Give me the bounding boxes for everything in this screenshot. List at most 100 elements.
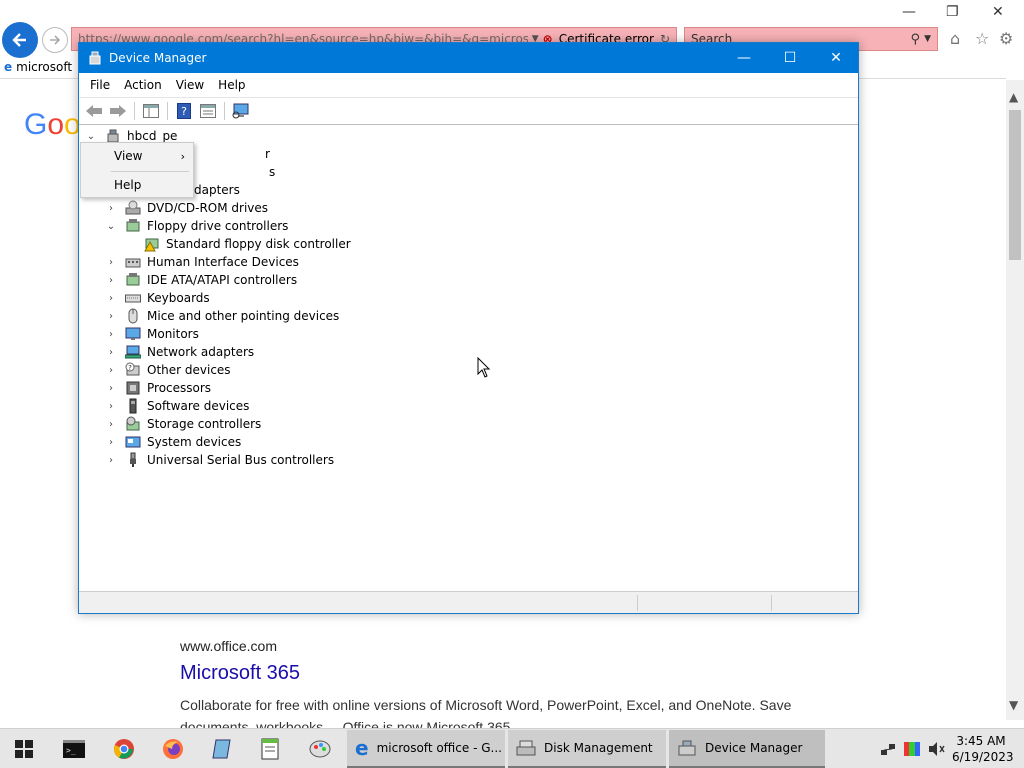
- taskbar-app-1[interactable]: [204, 729, 240, 768]
- browser-tab[interactable]: e microsoft: [4, 57, 82, 77]
- start-button[interactable]: [6, 729, 42, 768]
- tree-item-standard-floppy[interactable]: Standard floppy disk controller: [144, 235, 351, 253]
- tree-item-other-devices[interactable]: › ? Other devices: [105, 361, 231, 379]
- tree-item-software-devices[interactable]: › Software devices: [105, 397, 249, 415]
- tree-item-keyboards[interactable]: › Keyboards: [105, 289, 210, 307]
- tree-item-hid[interactable]: › Human Interface Devices: [105, 253, 299, 271]
- properties-icon[interactable]: [197, 100, 219, 122]
- chevron-right-icon[interactable]: ›: [105, 311, 117, 322]
- chevron-right-icon[interactable]: ›: [105, 437, 117, 448]
- context-menu-help[interactable]: Help: [81, 174, 193, 196]
- close-icon[interactable]: ✕: [813, 43, 859, 73]
- back-icon[interactable]: [83, 100, 105, 122]
- restore-icon[interactable]: ❐: [946, 4, 959, 20]
- scrollbar-thumb[interactable]: [1009, 110, 1021, 260]
- help-icon[interactable]: ?: [173, 100, 195, 122]
- tree-item-floppy-controllers[interactable]: ⌄ Floppy drive controllers: [105, 217, 288, 235]
- chevron-right-icon[interactable]: ›: [105, 401, 117, 412]
- clock-date: 6/19/2023: [952, 750, 1014, 764]
- chevron-right-icon[interactable]: ›: [105, 455, 117, 466]
- arrow-right-icon: [50, 35, 61, 45]
- taskbar-device-manager[interactable]: Device Manager: [669, 730, 825, 768]
- taskbar-firefox[interactable]: [155, 729, 191, 768]
- forward-button[interactable]: [42, 27, 68, 53]
- chevron-right-icon[interactable]: ›: [105, 203, 117, 214]
- close-icon[interactable]: ✕: [992, 4, 1004, 20]
- result-title-link[interactable]: Microsoft 365: [180, 662, 300, 685]
- ide-controller-icon: [126, 273, 140, 286]
- chevron-right-icon[interactable]: ›: [105, 419, 117, 430]
- windows-logo-icon: [15, 740, 33, 758]
- tree-item-display-adapters[interactable]: dapters: [194, 181, 240, 199]
- network-icon[interactable]: [880, 741, 896, 757]
- title-bar[interactable]: Device Manager — ☐ ✕: [79, 43, 858, 73]
- color-display-icon[interactable]: [904, 742, 920, 756]
- tree-item-usb-controllers[interactable]: › Universal Serial Bus controllers: [105, 451, 334, 469]
- text-editor-icon: [261, 738, 279, 760]
- forward-icon[interactable]: [107, 100, 129, 122]
- tree-item-network-adapters[interactable]: › Network adapters: [105, 343, 254, 361]
- taskbar-app-2[interactable]: [252, 729, 288, 768]
- taskbar-ie-window[interactable]: e microsoft office - G...: [347, 730, 505, 768]
- dvd-drive-icon: [125, 200, 141, 215]
- tree-item-monitors[interactable]: › Monitors: [105, 325, 199, 343]
- tree-item-storage-controllers[interactable]: › Storage controllers: [105, 415, 261, 433]
- scan-hardware-icon[interactable]: [230, 100, 252, 122]
- menu-help[interactable]: Help: [211, 78, 252, 92]
- device-tree[interactable]: ⌄ hbcd_pe r s dapters › DVD/CD-ROM drive…: [79, 126, 858, 591]
- chevron-right-icon[interactable]: ›: [105, 293, 117, 304]
- volume-muted-icon[interactable]: [928, 741, 946, 757]
- settings-gear-icon[interactable]: ⚙: [999, 29, 1013, 48]
- keyboard-icon: [125, 294, 141, 303]
- maximize-icon[interactable]: ☐: [767, 43, 813, 73]
- menu-file[interactable]: File: [83, 78, 117, 92]
- usb-icon: [130, 452, 136, 467]
- tree-item-mice[interactable]: › Mice and other pointing devices: [105, 307, 339, 325]
- chrome-icon: [114, 739, 134, 759]
- minimize-icon[interactable]: —: [721, 43, 767, 73]
- svg-text:?: ?: [181, 105, 187, 118]
- other-device-icon: ?: [125, 362, 140, 376]
- tree-item-system-devices[interactable]: › System devices: [105, 433, 241, 451]
- context-menu: View › Help: [80, 142, 194, 198]
- tree-item-disk-drives[interactable]: s: [269, 163, 275, 181]
- chevron-right-icon[interactable]: ›: [105, 347, 117, 358]
- mouse-icon: [128, 308, 138, 324]
- svg-text:>_: >_: [66, 746, 76, 755]
- back-button[interactable]: [2, 22, 38, 58]
- menu-view[interactable]: View: [169, 78, 211, 92]
- tree-item-processors[interactable]: › Processors: [105, 379, 211, 397]
- taskbar-disk-management[interactable]: Disk Management: [508, 730, 666, 768]
- storage-controller-icon: [126, 416, 140, 431]
- chevron-down-icon[interactable]: ⌄: [105, 221, 117, 232]
- chevron-down-icon[interactable]: ⌄: [85, 131, 97, 142]
- command-prompt-icon: >_: [63, 740, 85, 758]
- home-icon[interactable]: ⌂: [950, 29, 960, 48]
- scroll-up-icon[interactable]: ▲: [1009, 90, 1018, 104]
- tree-item-computer[interactable]: r: [265, 145, 270, 163]
- chevron-right-icon[interactable]: ›: [105, 257, 117, 268]
- context-menu-view[interactable]: View ›: [81, 145, 193, 167]
- chevron-right-icon[interactable]: ›: [105, 383, 117, 394]
- taskbar: >_ e microsoft office - G... Disk Manage…: [0, 728, 1024, 768]
- menu-action[interactable]: Action: [117, 78, 169, 92]
- minimize-icon[interactable]: —: [902, 4, 916, 20]
- chevron-right-icon[interactable]: ›: [105, 275, 117, 286]
- chevron-right-icon[interactable]: ›: [105, 365, 117, 376]
- chevron-right-icon[interactable]: ›: [105, 329, 117, 340]
- show-hide-console-tree-icon[interactable]: [140, 100, 162, 122]
- taskbar-chrome[interactable]: [106, 729, 142, 768]
- tree-item-dvd-cdrom[interactable]: › DVD/CD-ROM drives: [105, 199, 268, 217]
- clock-time: 3:45 AM: [956, 734, 1006, 748]
- taskbar-app-3[interactable]: [302, 729, 338, 768]
- taskbar-clock[interactable]: 3:45 AM 6/19/2023: [952, 733, 1014, 765]
- floppy-controller-icon: [126, 219, 140, 232]
- search-dropdown-icon[interactable]: ▼: [924, 34, 937, 44]
- scroll-down-icon[interactable]: ▼: [1009, 698, 1018, 712]
- taskbar-cmd[interactable]: >_: [56, 729, 92, 768]
- page-scrollbar[interactable]: ▲ ▼: [1006, 80, 1024, 720]
- status-divider: [637, 595, 638, 611]
- tree-item-ide[interactable]: › IDE ATA/ATAPI controllers: [105, 271, 297, 289]
- favorites-star-icon[interactable]: ☆: [975, 29, 989, 48]
- search-icon[interactable]: ⚲: [911, 32, 925, 47]
